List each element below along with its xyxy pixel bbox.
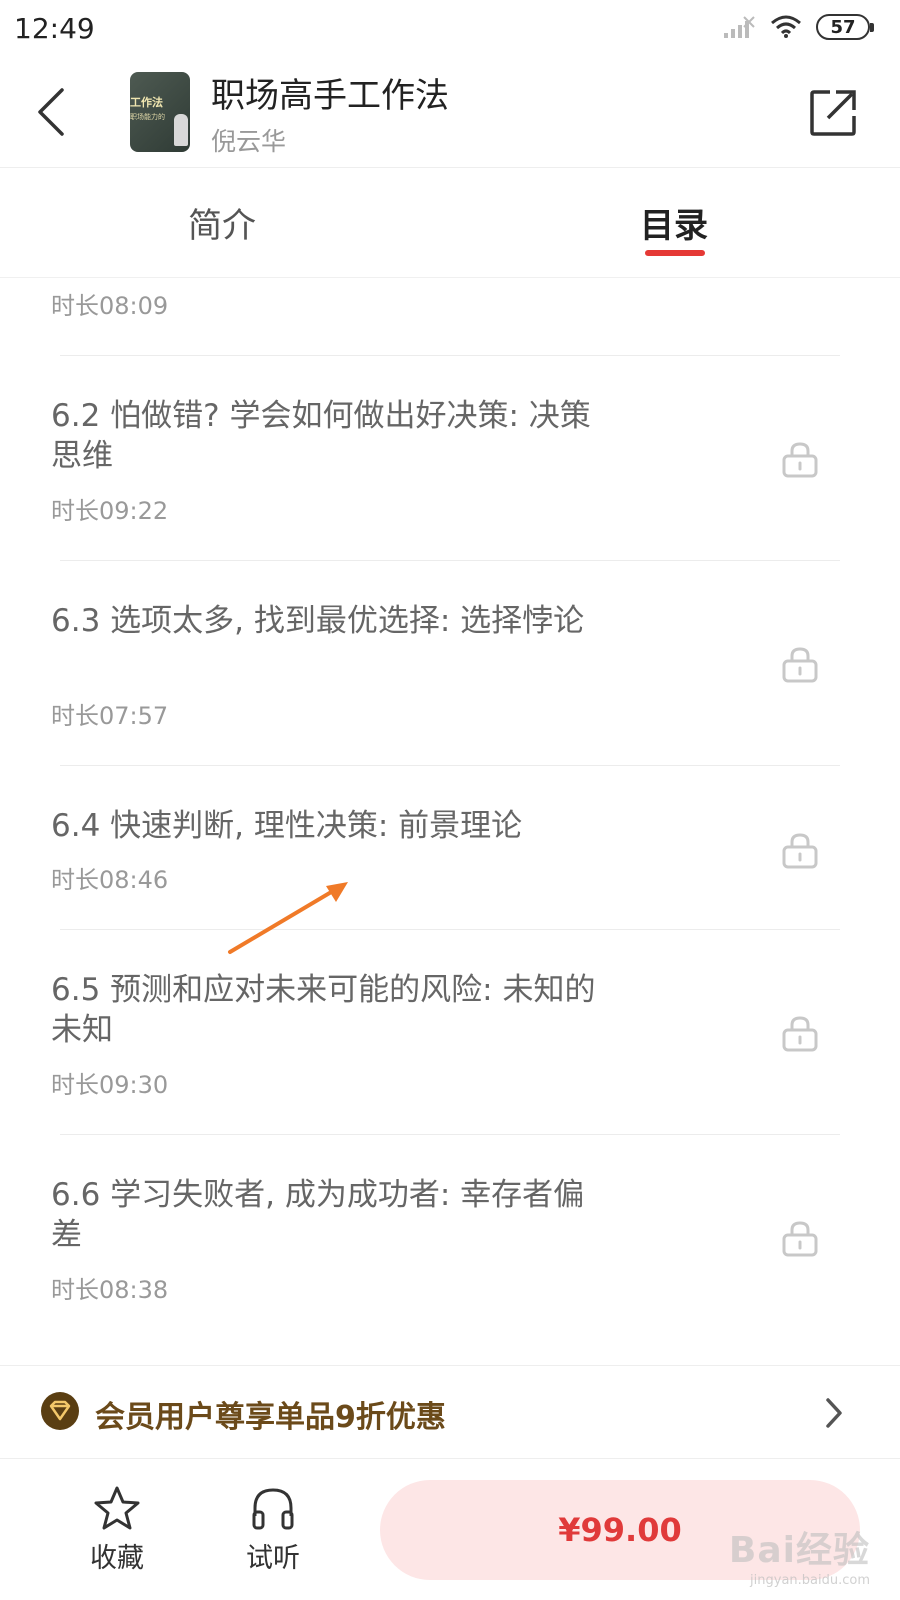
chapter-title: 6.4 快速判断, 理性决策: 前景理论	[51, 808, 523, 844]
chapter-item[interactable]: 6.3 选项太多, 找到最优选择: 选择悖论 时长07:57	[0, 561, 900, 766]
battery-level: 57	[830, 16, 856, 38]
status-bar: 12:49 57	[0, 0, 900, 60]
price: ¥99.00	[558, 1511, 682, 1549]
lock-icon	[782, 833, 818, 869]
status-icons: 57	[722, 14, 874, 40]
share-button[interactable]	[806, 86, 860, 140]
active-tab-indicator	[645, 250, 705, 256]
chapter-duration: 时长07:57	[51, 702, 169, 730]
back-button[interactable]	[26, 82, 76, 142]
annotation-arrow-icon	[228, 882, 348, 954]
tab-bar: 简介 目录	[0, 168, 900, 278]
chapter-duration: 时长08:09	[51, 292, 169, 320]
cover-subtitle: 职场能力的	[130, 113, 165, 121]
chapter-item[interactable]: 6.4 快速判断, 理性决策: 前景理论 时长08:46	[0, 766, 900, 930]
back-arrow-icon	[38, 88, 64, 136]
chapter-item[interactable]: 6.5 预测和应对未来可能的风险: 未知的未知 时长09:30	[0, 930, 900, 1135]
battery-icon: 57	[816, 14, 874, 40]
signal-icon	[724, 16, 755, 38]
chapter-title: 6.5 预测和应对未来可能的风险: 未知的未知	[51, 972, 596, 1048]
lock-icon	[782, 647, 818, 683]
favorite-label: 收藏	[90, 1543, 144, 1574]
chapter-item[interactable]: 时长08:09	[0, 278, 900, 356]
trial-listen-button[interactable]: 试听	[228, 1484, 318, 1584]
member-discount-banner[interactable]: 会员用户尊享单品9折优惠	[0, 1365, 900, 1459]
chapter-duration: 时长08:38	[51, 1276, 169, 1304]
member-discount-text: 会员用户尊享单品9折优惠	[95, 1400, 446, 1435]
bottom-bar: 收藏 试听 ¥99.00 Bai经验 jingyan.baidu.com	[0, 1460, 900, 1600]
tab-intro[interactable]: 简介	[188, 198, 256, 247]
chevron-right-icon	[826, 1398, 842, 1428]
lock-icon	[782, 442, 818, 478]
chapter-item[interactable]: 6.2 怕做错? 学会如何做出好决策: 决策思维 时长09:22	[0, 356, 900, 561]
cover-figure	[174, 114, 188, 146]
star-icon	[94, 1486, 140, 1530]
chapter-title: 6.6 学习失败者, 成为成功者: 幸存者偏差	[51, 1177, 585, 1253]
headphones-icon	[252, 1488, 294, 1530]
chapter-list[interactable]: 时长08:09 6.2 怕做错? 学会如何做出好决策: 决策思维 时长09:22…	[0, 278, 900, 1363]
share-icon	[810, 90, 856, 136]
tab-catalog[interactable]: 目录	[640, 198, 708, 247]
lock-icon	[782, 1221, 818, 1257]
header: 工作法 职场能力的 职场高手工作法 倪云华	[0, 60, 900, 168]
chapter-duration: 时长09:30	[51, 1071, 169, 1099]
chapter-title: 6.2 怕做错? 学会如何做出好决策: 决策思维	[51, 398, 591, 474]
trial-listen-label: 试听	[246, 1543, 300, 1574]
buy-button[interactable]: ¥99.00	[380, 1480, 860, 1580]
book-cover[interactable]: 工作法 职场能力的	[130, 72, 190, 152]
lock-icon	[782, 1016, 818, 1052]
chapter-item[interactable]: 6.6 学习失败者, 成为成功者: 幸存者偏差 时长08:38	[0, 1135, 900, 1340]
member-diamond-icon	[41, 1392, 79, 1430]
chapter-title: 6.3 选项太多, 找到最优选择: 选择悖论	[51, 603, 585, 639]
book-title: 职场高手工作法	[211, 76, 449, 116]
status-time: 12:49	[14, 12, 95, 45]
favorite-button[interactable]: 收藏	[72, 1484, 162, 1584]
chapter-duration: 时长09:22	[51, 497, 169, 525]
wifi-icon	[771, 15, 801, 38]
book-author[interactable]: 倪云华	[211, 122, 286, 158]
cover-title: 工作法	[130, 96, 163, 109]
chapter-duration: 时长08:46	[51, 866, 169, 894]
